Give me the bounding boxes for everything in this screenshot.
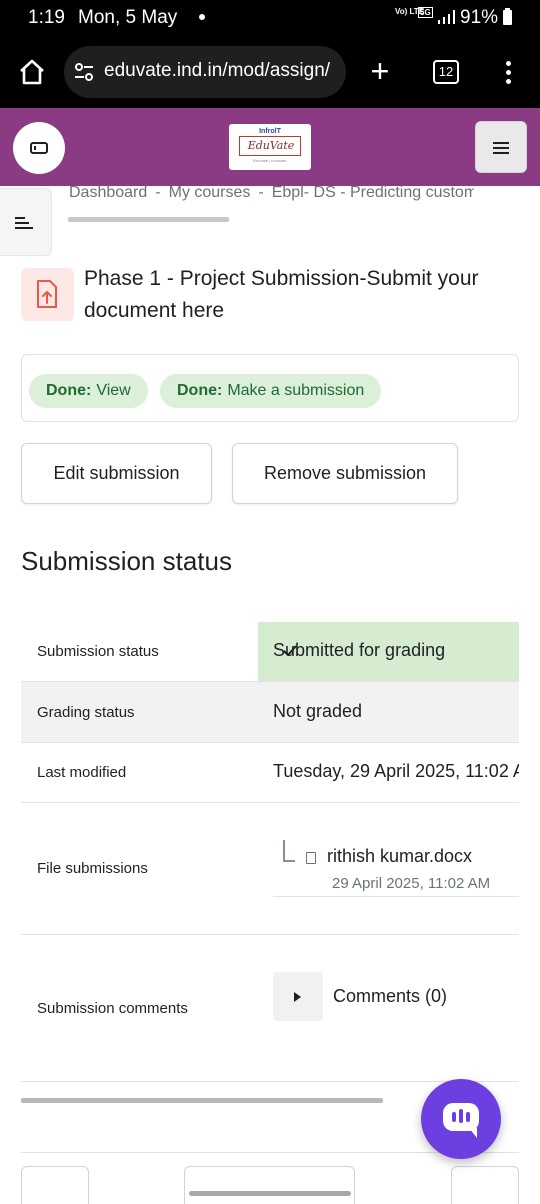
row-value: Submitted for grading [273,640,446,660]
comments-link[interactable]: Comments (0) [333,986,447,1007]
breadcrumb-separator: - [155,184,161,201]
logo-name: EduVate [247,139,295,152]
table-horizontal-scrollbar[interactable] [21,1098,383,1103]
drawer-icon [30,142,48,154]
footer-button-center[interactable] [184,1166,355,1204]
completion-badge-submission: Done: Make a submission [160,374,382,408]
site-header: InfrolT EduVate Educate | Innovate [0,108,540,186]
chat-assistant-button[interactable] [421,1079,501,1159]
breadcrumb-separator: - [258,184,264,201]
file-date: 29 April 2025, 11:02 AM [332,875,491,892]
row-label: File submissions [37,860,148,877]
battery-percentage: 91% [460,7,499,28]
new-tab-icon[interactable]: + [366,55,394,87]
table-row: Grading status Not graded [21,682,519,743]
tree-connector [283,840,295,862]
more-options-icon[interactable] [500,58,516,88]
checkmark-icon [283,645,297,657]
home-icon[interactable] [18,58,46,86]
hamburger-icon [476,139,526,157]
list-icon [0,217,52,232]
footer-button-left[interactable] [21,1166,89,1204]
logo-top-text: InfrolT [259,128,281,135]
breadcrumb-scrollbar[interactable] [68,217,229,222]
comments-expand-button[interactable] [273,972,323,1021]
site-logo[interactable]: InfrolT EduVate Educate | Innovate [229,124,311,170]
site-settings-icon[interactable] [74,62,94,82]
breadcrumb: Dashboard - My courses - Ebpl- DS - Predicti… [69,184,474,206]
badge-text: Make a submission [227,382,365,399]
badge-prefix: Done: [177,382,223,399]
breadcrumb-dashboard[interactable]: Dashboard [69,184,147,201]
signal-strength-icon [438,10,455,24]
clock: 1:19 [28,7,65,28]
breadcrumb-course[interactable]: Ebpl- DS - Predicting customer [272,184,474,201]
url-text[interactable]: eduvate.ind.in/mod/assign/ [104,60,338,82]
row-label: Grading status [37,704,135,721]
tab-switcher-button[interactable]: 12 [433,60,459,84]
date: Mon, 5 May [78,7,178,28]
page-title: Phase 1 - Project Submission-Submit your… [84,267,479,322]
address-bar[interactable]: eduvate.ind.in/mod/assign/ [64,46,346,98]
table-row: Submission status Submitted for grading [21,622,519,682]
logo-subtitle: Educate | Innovate [253,158,287,163]
row-label: Last modified [37,764,127,781]
table-row: Submission comments [21,935,519,1082]
gesture-navigation-bar[interactable] [189,1191,351,1196]
remove-submission-button[interactable]: Remove submission [232,443,458,504]
badge-text: View [96,382,131,399]
badge-prefix: Done: [46,382,92,399]
footer-button-right[interactable] [451,1166,519,1204]
row-value: Not graded [273,701,363,721]
chat-bubble-icon [443,1103,479,1138]
battery-icon [503,8,512,25]
assignment-icon [21,268,74,321]
table-row: Last modified Tuesday, 29 April 2025, 11… [21,743,519,803]
course-index-drawer-button[interactable] [13,122,65,174]
document-icon [306,852,316,864]
main-menu-button[interactable] [475,121,527,173]
notification-dot-icon [199,14,205,20]
row-value: Tuesday, 29 April 2025, 11:02 AM [273,761,519,781]
row-label: Submission comments [37,1000,188,1017]
browser-toolbar: eduvate.ind.in/mod/assign/ + 12 [0,36,540,108]
status-bar: 1:19 Mon, 5 May Vo) LTE 5G 91% [0,0,540,36]
row-label: Submission status [37,643,159,660]
table-row: File submissions [21,803,519,935]
divider [273,896,519,897]
course-index-toggle[interactable] [0,188,52,256]
file-link[interactable]: rithish kumar.docx [327,846,472,867]
activity-completion: Done: View Done: Make a submission [21,354,519,422]
edit-submission-button[interactable]: Edit submission [21,443,212,504]
completion-badge-view: Done: View [29,374,148,408]
network-type-badge: 5G [418,7,433,18]
breadcrumb-my-courses[interactable]: My courses [169,184,251,201]
section-heading: Submission status [21,546,232,576]
